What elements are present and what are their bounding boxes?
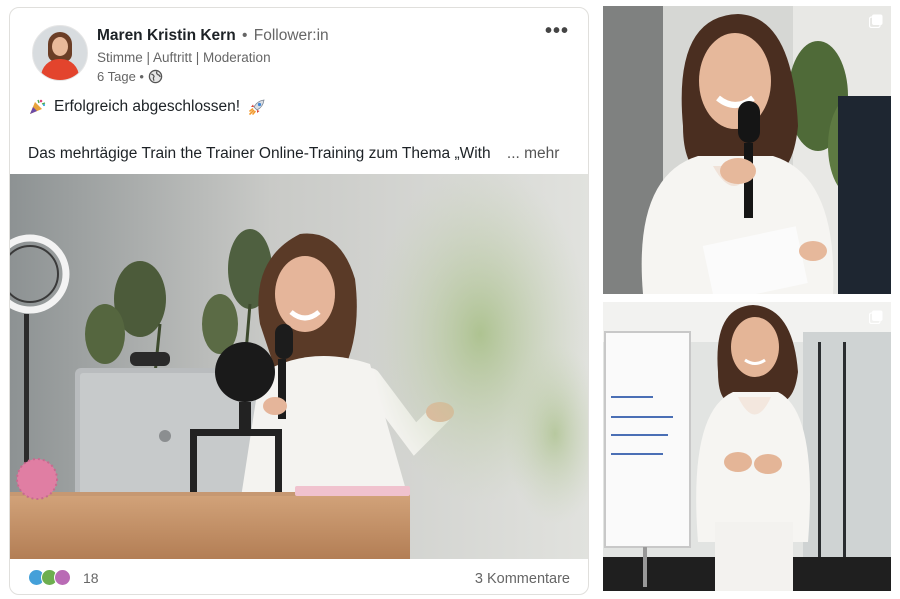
reaction-count: 18 [83, 569, 99, 586]
see-more-link[interactable]: ... mehr [507, 145, 560, 162]
post-body-text: Das mehrtägige Train the Trainer Online-… [28, 145, 491, 162]
post-headline-text: Erfolgreich abgeschlossen! [54, 98, 241, 115]
post-timestamp: 6 Tage • [97, 69, 144, 84]
more-options-button[interactable]: ••• [542, 18, 572, 44]
post-meta: 6 Tage • [97, 69, 163, 84]
author-name[interactable]: Maren Kristin Kern [97, 27, 236, 44]
love-reaction-icon [54, 569, 71, 586]
author-line: Maren Kristin Kern • Follower:in [97, 27, 329, 45]
globe-icon [148, 69, 163, 84]
multi-image-icon [869, 310, 883, 324]
author-separator: • [241, 27, 248, 44]
multi-image-icon [869, 14, 883, 28]
post-main-photo[interactable] [10, 174, 588, 559]
photo-speaker-mic [603, 6, 891, 294]
post-text-line2: Das mehrtägige Train the Trainer Online-… [28, 145, 559, 163]
post-text-line1: Erfolgreich abgeschlossen! [28, 98, 266, 116]
side-photo-bottom[interactable] [603, 302, 891, 591]
author-avatar[interactable] [32, 25, 88, 81]
author-headline: Stimme | Auftritt | Moderation [97, 50, 271, 65]
party-popper-icon [30, 99, 46, 114]
side-photo-top[interactable] [603, 6, 891, 294]
reactions-summary[interactable]: 18 [28, 569, 99, 586]
follower-label: Follower:in [253, 27, 329, 44]
avatar-body [41, 59, 79, 80]
reaction-icons [28, 569, 71, 586]
rocket-icon [249, 99, 265, 115]
avatar-face [52, 37, 68, 56]
comments-count-link[interactable]: 3 Kommentare [475, 571, 570, 587]
photo-speaker-flipchart [603, 302, 891, 591]
photo-scene [10, 174, 588, 559]
feed-post-card: Maren Kristin Kern • Follower:in Stimme … [9, 7, 589, 595]
